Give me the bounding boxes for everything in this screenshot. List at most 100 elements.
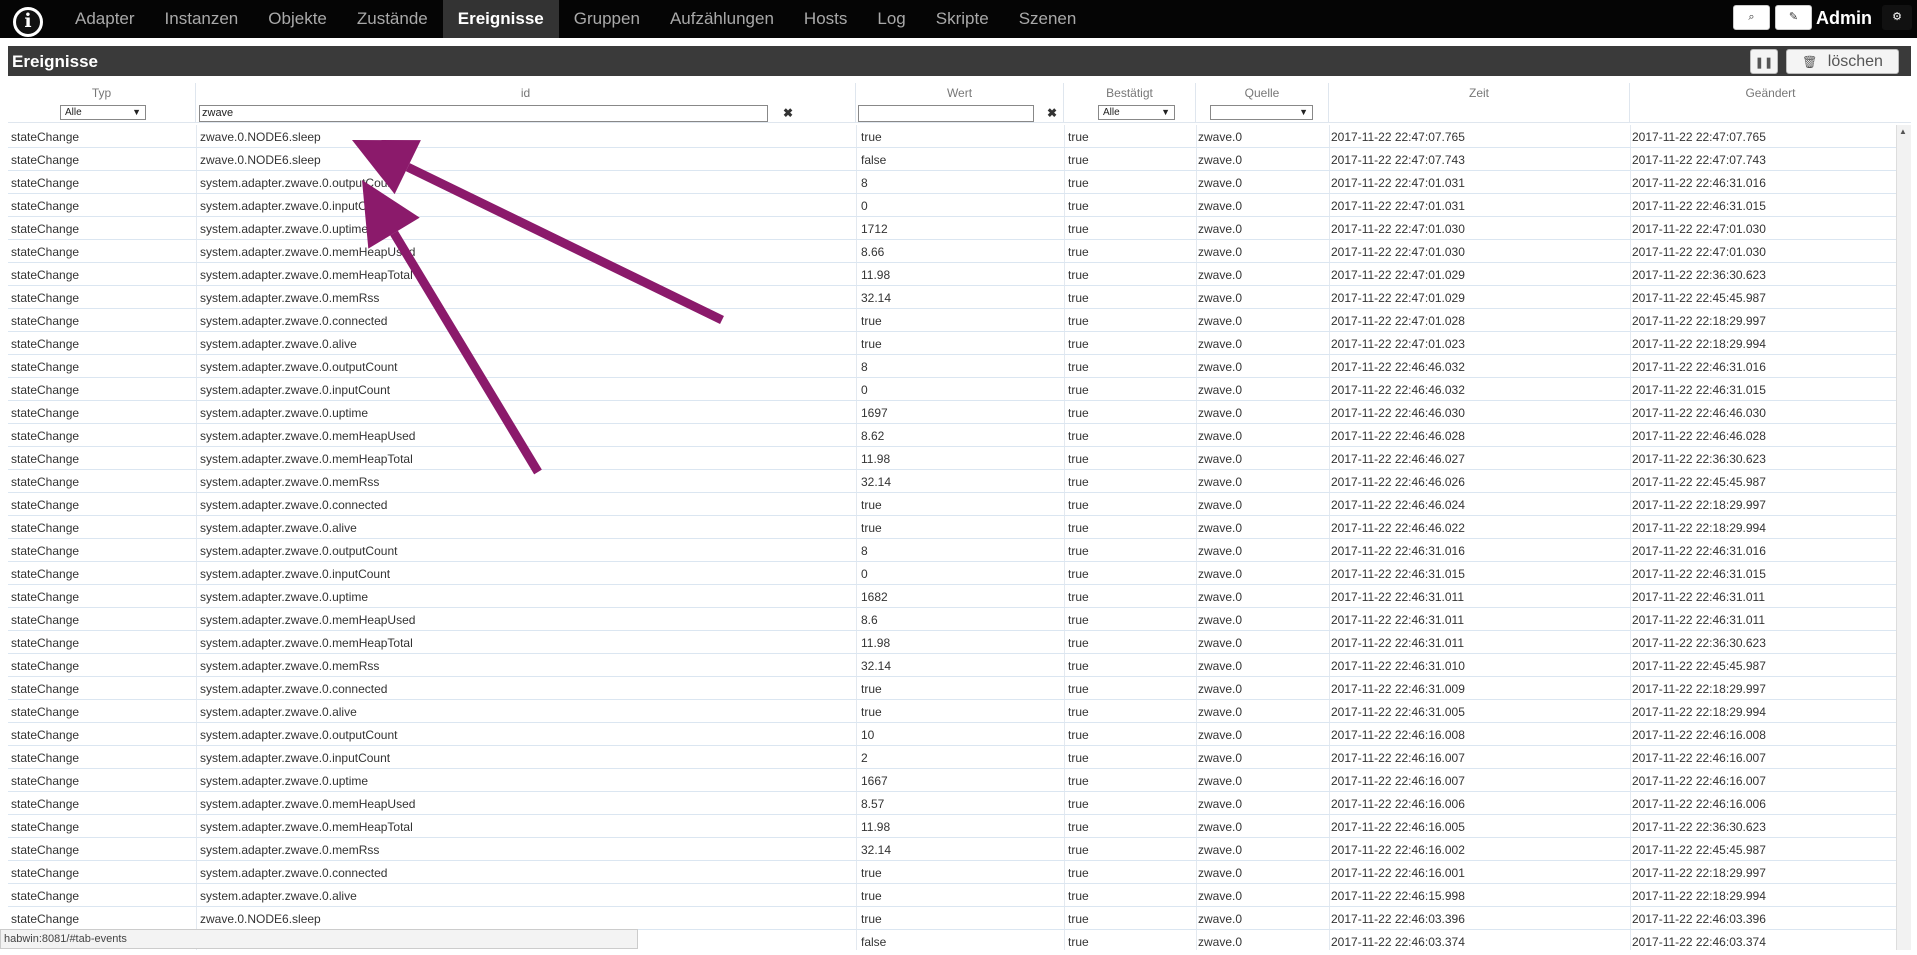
cell-lc: 2017-11-22 22:45:45.987	[1632, 291, 1766, 305]
cell-type: stateChange	[11, 406, 80, 420]
table-row[interactable]: stateChange system.adapter.zwave.0.connec…	[8, 677, 1896, 700]
tab-gruppen[interactable]: Gruppen	[559, 0, 655, 38]
cell-from: zwave.0	[1198, 176, 1243, 190]
table-scrollbar[interactable]: ▲	[1896, 125, 1911, 950]
value-filter-input[interactable]	[858, 105, 1034, 122]
table-row[interactable]: stateChange zwave.0.NODE6.sleep true true zw…	[8, 907, 1896, 930]
tab-adapter[interactable]: Adapter	[60, 0, 150, 38]
tab-hosts[interactable]: Hosts	[789, 0, 862, 38]
cell-val: 8.6	[861, 613, 878, 627]
cell-lc: 2017-11-22 22:46:31.015	[1632, 199, 1766, 213]
scroll-up-arrow-icon[interactable]: ▲	[1899, 127, 1907, 136]
table-row[interactable]: stateChange system.adapter.zwave.0.inputC…	[8, 378, 1896, 401]
table-row[interactable]: stateChange system.adapter.zwave.0.memRss…	[8, 470, 1896, 493]
cell-type: stateChange	[11, 337, 80, 351]
cell-ts: 2017-11-22 22:47:07.765	[1331, 130, 1465, 144]
cell-lc: 2017-11-22 22:46:31.011	[1632, 590, 1766, 604]
table-row[interactable]: stateChange system.adapter.zwave.0.memRss…	[8, 838, 1896, 861]
cell-val: 32.14	[861, 843, 892, 857]
edit-button[interactable]: ✎	[1775, 5, 1812, 30]
table-row[interactable]: stateChange system.adapter.zwave.0.uptime…	[8, 401, 1896, 424]
cell-ack: true	[1068, 613, 1089, 627]
table-row[interactable]: stateChange system.adapter.zwave.0.memHea…	[8, 447, 1896, 470]
table-row[interactable]: stateChange system.adapter.zwave.0.inputC…	[8, 746, 1896, 769]
cell-ack: true	[1068, 866, 1089, 880]
cell-id: system.adapter.zwave.0.connected	[200, 866, 388, 880]
cell-id: system.adapter.zwave.0.outputCount	[200, 360, 398, 374]
table-row[interactable]: stateChange system.adapter.zwave.0.output…	[8, 171, 1896, 194]
cell-id: system.adapter.zwave.0.memRss	[200, 291, 380, 305]
table-row[interactable]: stateChange system.adapter.zwave.0.memHea…	[8, 792, 1896, 815]
id-filter-input[interactable]: zwave	[199, 105, 768, 122]
table-row[interactable]: stateChange system.adapter.zwave.0.output…	[8, 723, 1896, 746]
column-source[interactable]: Quelle ▼	[1196, 83, 1329, 123]
table-row[interactable]: stateChange system.adapter.zwave.0.memRss…	[8, 654, 1896, 677]
cell-type: stateChange	[11, 751, 80, 765]
table-row[interactable]: stateChange system.adapter.zwave.0.inputC…	[8, 194, 1896, 217]
ack-filter-select[interactable]: Alle ▼	[1098, 105, 1175, 120]
cell-type: stateChange	[11, 521, 80, 535]
table-row[interactable]: stateChange system.adapter.zwave.0.output…	[8, 355, 1896, 378]
cell-val: 0	[861, 567, 868, 581]
cell-lc: 2017-11-22 22:46:31.015	[1632, 567, 1766, 581]
tab-szenen[interactable]: Szenen	[1004, 0, 1092, 38]
tab-objekte[interactable]: Objekte	[253, 0, 342, 38]
cell-ack: true	[1068, 291, 1089, 305]
table-row[interactable]: stateChange system.adapter.zwave.0.uptime…	[8, 217, 1896, 240]
column-changed-label: Geändert	[1745, 86, 1796, 100]
table-row[interactable]: stateChange system.adapter.zwave.0.memHea…	[8, 608, 1896, 631]
table-row[interactable]: stateChange system.adapter.zwave.0.alive t…	[8, 884, 1896, 907]
clear-id-filter-icon[interactable]: ✖	[783, 106, 793, 120]
cell-from: zwave.0	[1198, 935, 1243, 949]
pause-button[interactable]: ❚❚	[1750, 49, 1778, 74]
cell-id: system.adapter.zwave.0.connected	[200, 682, 388, 696]
table-row[interactable]: stateChange system.adapter.zwave.0.memRss…	[8, 286, 1896, 309]
table-row[interactable]: stateChange system.adapter.zwave.0.output…	[8, 539, 1896, 562]
cell-ack: true	[1068, 728, 1089, 742]
table-row[interactable]: stateChange system.adapter.zwave.0.memHea…	[8, 631, 1896, 654]
table-row[interactable]: stateChange system.adapter.zwave.0.memHea…	[8, 424, 1896, 447]
settings-button[interactable]: ⚙	[1882, 5, 1912, 30]
table-row[interactable]: stateChange system.adapter.zwave.0.uptime…	[8, 585, 1896, 608]
user-name[interactable]: Admin	[1816, 8, 1872, 29]
column-id[interactable]: id zwave ✖	[196, 83, 856, 123]
table-row[interactable]: stateChange zwave.0.NODE6.sleep true true zw…	[8, 125, 1896, 148]
table-row[interactable]: stateChange system.adapter.zwave.0.alive t…	[8, 516, 1896, 539]
column-time[interactable]: Zeit	[1329, 83, 1630, 123]
cell-val: 8.57	[861, 797, 885, 811]
tab-aufzählungen[interactable]: Aufzählungen	[655, 0, 789, 38]
table-row[interactable]: stateChange system.adapter.zwave.0.connec…	[8, 309, 1896, 332]
column-changed[interactable]: Geändert	[1630, 83, 1911, 123]
column-type[interactable]: Typ Alle ▼	[8, 83, 196, 123]
table-row[interactable]: stateChange system.adapter.zwave.0.memHea…	[8, 240, 1896, 263]
source-filter-select[interactable]: ▼	[1210, 105, 1313, 120]
cell-ack: true	[1068, 820, 1089, 834]
tab-zustände[interactable]: Zustände	[342, 0, 443, 38]
cell-from: zwave.0	[1198, 751, 1243, 765]
cell-lc: 2017-11-22 22:18:29.997	[1632, 498, 1766, 512]
cell-id: system.adapter.zwave.0.uptime	[200, 774, 369, 788]
table-row[interactable]: stateChange system.adapter.zwave.0.alive t…	[8, 332, 1896, 355]
delete-button[interactable]: 🗑 löschen	[1786, 49, 1899, 74]
clear-value-filter-icon[interactable]: ✖	[1047, 106, 1057, 120]
table-row[interactable]: stateChange system.adapter.zwave.0.inputC…	[8, 562, 1896, 585]
tab-skripte[interactable]: Skripte	[921, 0, 1004, 38]
iobroker-logo[interactable]: i	[13, 7, 43, 37]
cell-ts: 2017-11-22 22:46:31.015	[1331, 567, 1465, 581]
tab-instanzen[interactable]: Instanzen	[150, 0, 254, 38]
table-row[interactable]: stateChange zwave.0.NODE6.sleep false true z…	[8, 148, 1896, 171]
tab-ereignisse[interactable]: Ereignisse	[442, 0, 559, 38]
table-row[interactable]: stateChange system.adapter.zwave.0.connec…	[8, 493, 1896, 516]
table-row[interactable]: stateChange system.adapter.zwave.0.connec…	[8, 861, 1896, 884]
search-button[interactable]: ⌕	[1733, 5, 1770, 30]
cell-type: stateChange	[11, 452, 80, 466]
column-ack[interactable]: Bestätigt Alle ▼	[1064, 83, 1196, 123]
table-row[interactable]: stateChange system.adapter.zwave.0.memHea…	[8, 263, 1896, 286]
table-row[interactable]: stateChange system.adapter.zwave.0.uptime…	[8, 769, 1896, 792]
table-row[interactable]: stateChange system.adapter.zwave.0.memHea…	[8, 815, 1896, 838]
column-value[interactable]: Wert ✖	[856, 83, 1064, 123]
tab-log[interactable]: Log	[862, 0, 920, 38]
table-row[interactable]: stateChange system.adapter.zwave.0.alive t…	[8, 700, 1896, 723]
cell-ack: true	[1068, 636, 1089, 650]
type-filter-select[interactable]: Alle ▼	[60, 105, 146, 120]
